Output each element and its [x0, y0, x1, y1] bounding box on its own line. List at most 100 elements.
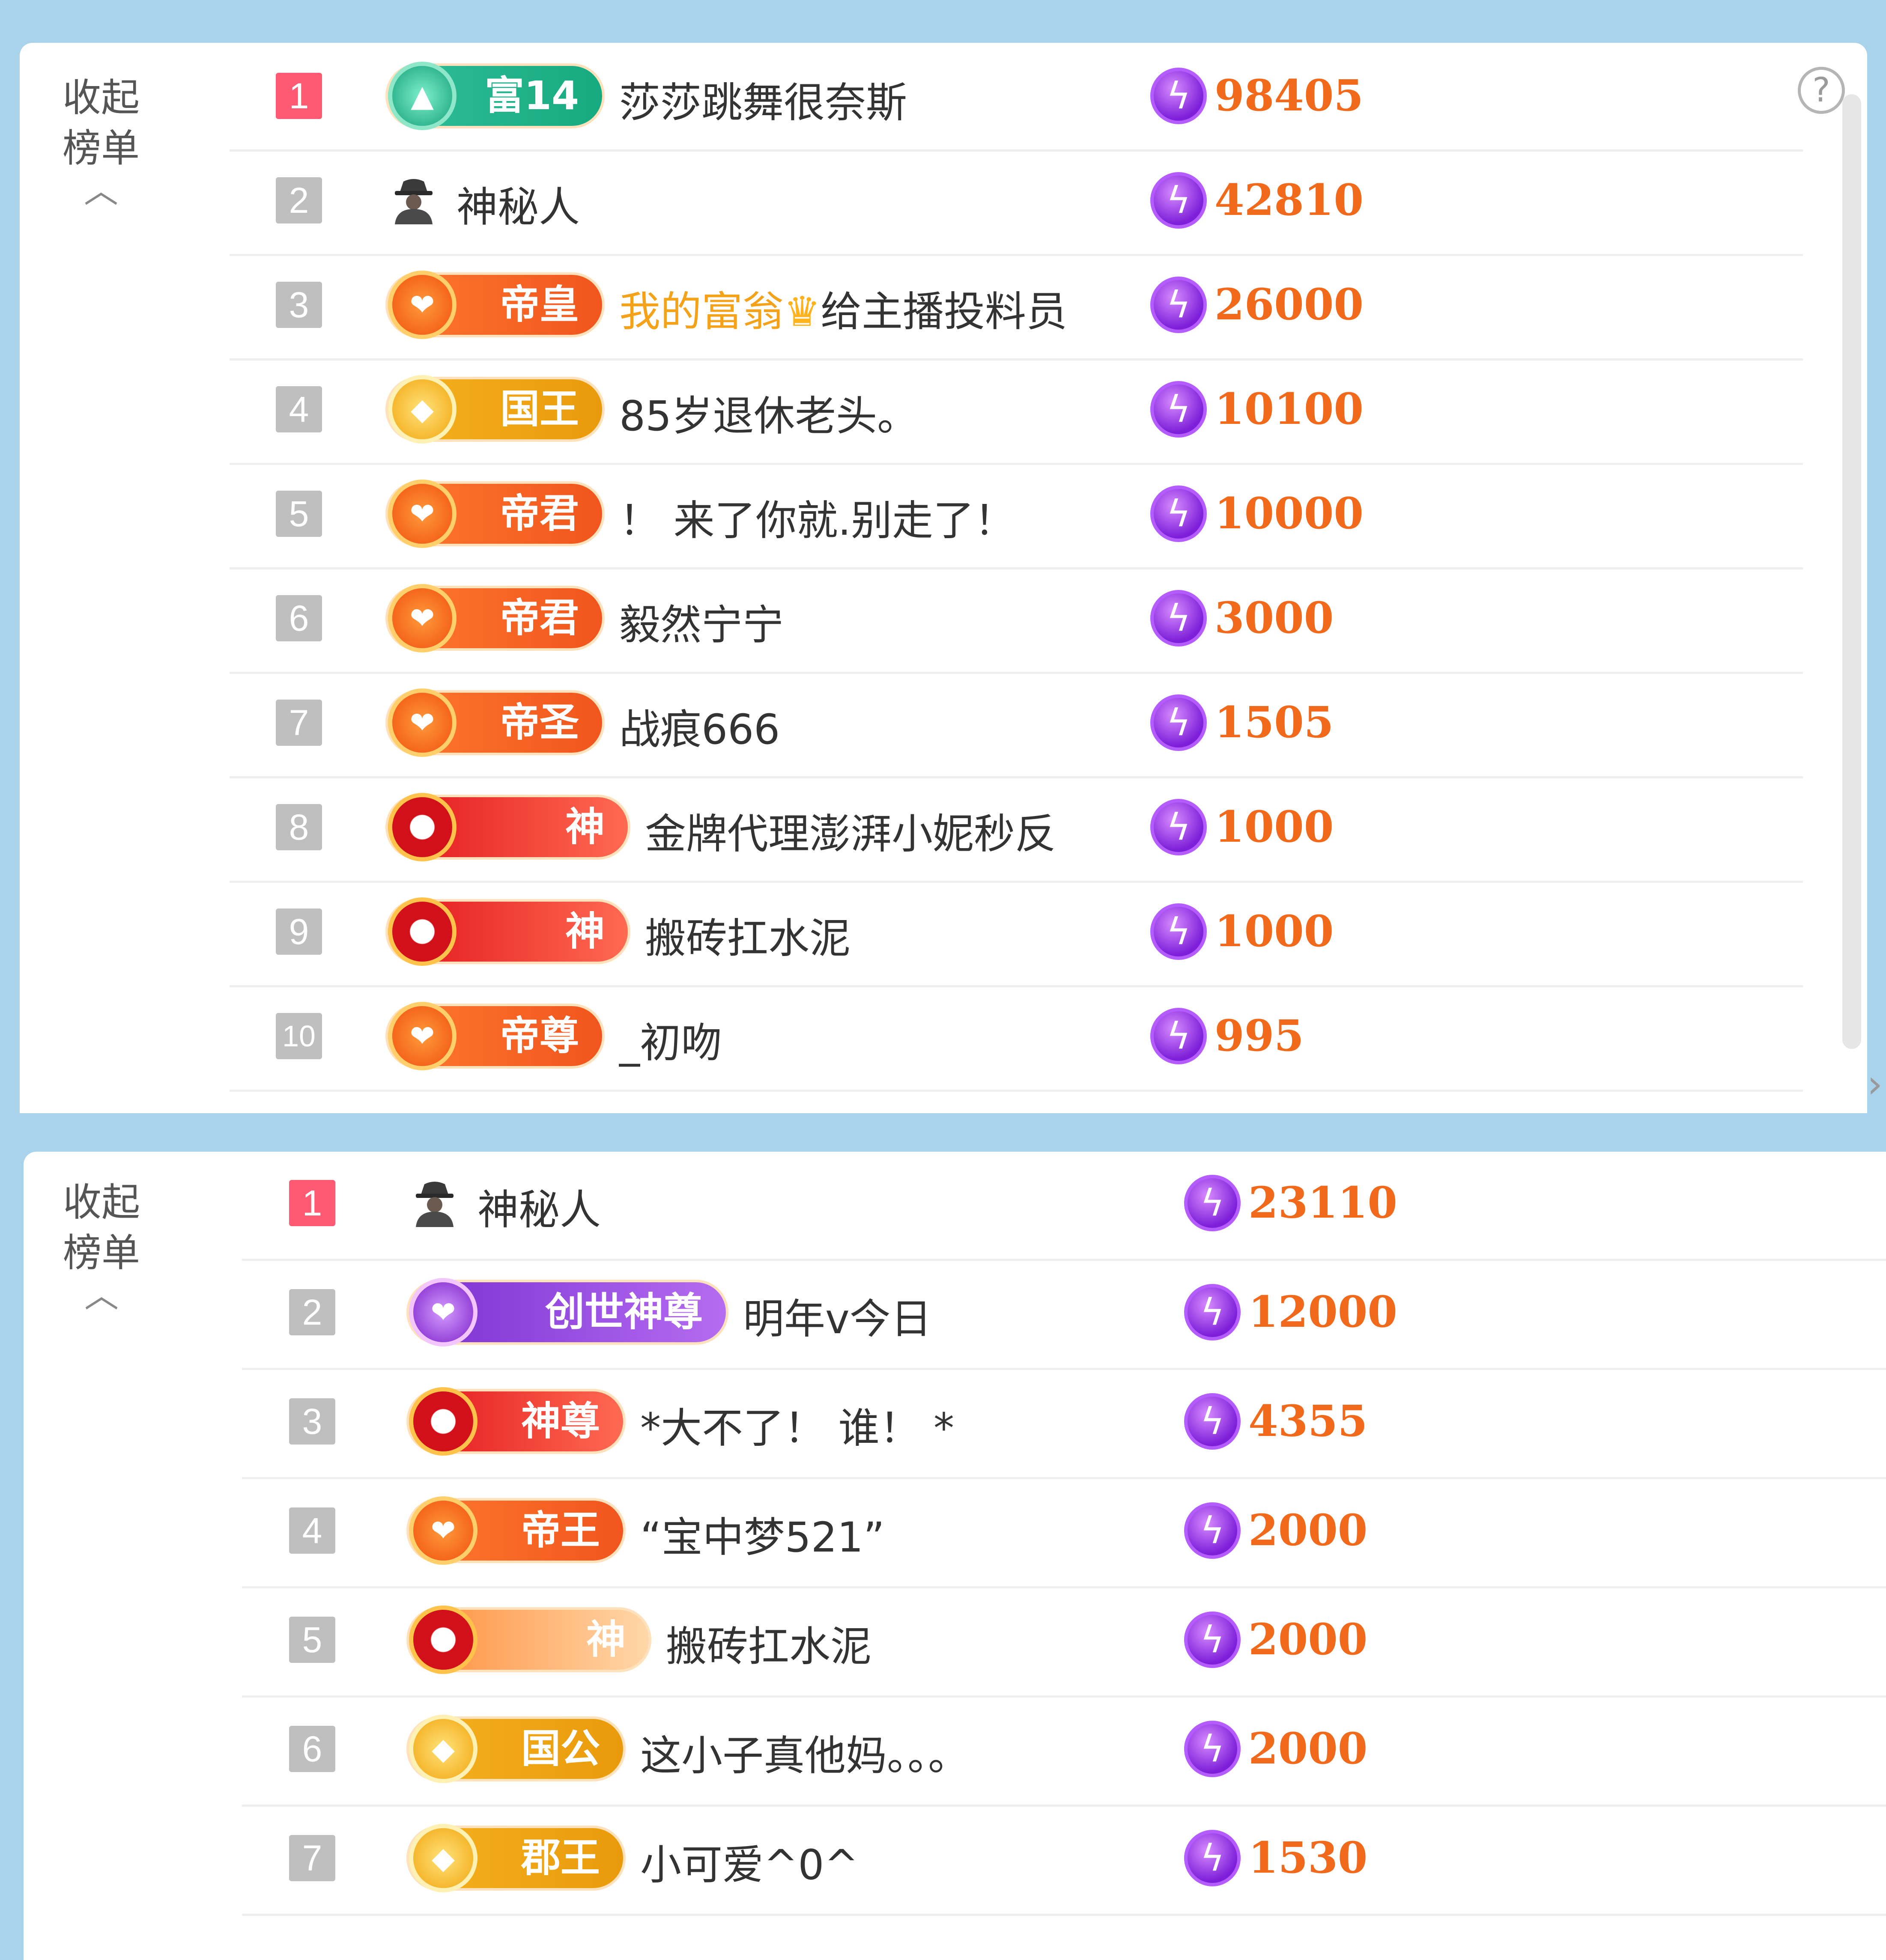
username[interactable]: 搬砖扛水泥: [645, 905, 850, 965]
badge-label: 帝圣: [500, 700, 579, 745]
level-badge: ❤ 神: [409, 1605, 649, 1674]
username-text: 莎莎跳舞很奈斯: [619, 79, 907, 127]
badge-medal-icon: ◆: [409, 1823, 477, 1892]
leaderboard-row[interactable]: 4 ❤ 帝王 “宝中梦521” ϟ 2000: [242, 1479, 1886, 1588]
username[interactable]: 我的富翁♛给主播投料员: [619, 278, 1067, 338]
contribution-amount: 1000: [1215, 801, 1334, 852]
rank-number: 8: [276, 804, 322, 850]
username-text: 毅然宁宁: [619, 601, 784, 649]
lightning-coin-icon: ϟ: [1184, 1284, 1241, 1340]
level-badge: ❤ 帝君: [388, 480, 602, 548]
username-text: _初吻: [619, 1019, 722, 1067]
badge-medal-icon: ❤: [388, 1002, 457, 1070]
leaderboard-row[interactable]: 5 ❤ 帝君 ！ 来了你就.别走了！ ϟ 10000: [230, 465, 1803, 569]
contribution-amount: 10000: [1215, 488, 1364, 539]
leaderboard-row[interactable]: 2 神秘人 ϟ 42810: [230, 152, 1803, 256]
leaderboard-row[interactable]: 7 ❤ 帝圣 战痕666 ϟ 1505: [230, 674, 1803, 778]
username[interactable]: _初吻: [619, 1010, 722, 1069]
badge-medal-icon: ❤: [388, 584, 457, 652]
leaderboard-row[interactable]: 9 ❤ 神搬砖扛水泥 ϟ 1000: [230, 883, 1803, 987]
username-text: 这小子真他妈。。。: [640, 1731, 969, 1780]
leaderboard-row[interactable]: 6 ❤ 帝君 毅然宁宁 ϟ 3000: [230, 569, 1803, 674]
collapse-leaderboard-button[interactable]: 收起 榜单 ︿: [50, 73, 152, 208]
lightning-coin-icon: ϟ: [1150, 381, 1207, 438]
lightning-coin-icon: ϟ: [1150, 68, 1207, 124]
contribution-amount: 995: [1215, 1010, 1304, 1061]
lightning-coin-icon: ϟ: [1150, 903, 1207, 960]
badge-medal-icon: ❤: [388, 897, 457, 966]
contribution-amount: 2000: [1248, 1723, 1368, 1774]
username-text: 神秘人: [477, 1186, 601, 1234]
username-text: 搬砖扛水泥: [666, 1622, 871, 1671]
leaderboard-row[interactable]: 1 ▲ 富14 莎莎跳舞很奈斯 ϟ 98405: [230, 47, 1803, 152]
row-divider: [230, 1090, 1803, 1092]
rank-number: 6: [276, 595, 322, 641]
leaderboard-row[interactable]: 7 ◆ 郡王 小可爱^0^ ϟ 1530: [242, 1807, 1886, 1916]
leaderboard-row[interactable]: 3 ❤ 神尊 *大不了！ 谁！ * ϟ 4355: [242, 1370, 1886, 1479]
username[interactable]: 这小子真他妈。。。: [640, 1722, 969, 1782]
username[interactable]: 明年v今日: [743, 1286, 932, 1345]
leaderboard-row[interactable]: 2 ❤ 创世神尊 明年v今日 ϟ 12000: [242, 1261, 1886, 1370]
username[interactable]: 神秘人: [457, 174, 580, 233]
lightning-coin-icon: ϟ: [1150, 799, 1207, 855]
username[interactable]: 战痕666: [619, 696, 780, 756]
lightning-coin-icon: ϟ: [1184, 1174, 1241, 1231]
leaderboard-panel-top: 收起 榜单 ︿ ? 1 ▲ 富14 莎莎跳舞很奈斯 ϟ 98405 2 神秘人 ϟ 42810 3 ❤…: [20, 43, 1867, 1113]
badge-label: 国王: [500, 386, 579, 432]
contribution-amount: 2000: [1248, 1614, 1368, 1665]
leaderboard-row[interactable]: 8 ❤ 神金牌代理澎湃小妮秒反 ϟ 1000: [230, 778, 1803, 883]
username[interactable]: 毅然宁宁: [619, 592, 784, 651]
lightning-coin-icon: ϟ: [1184, 1502, 1241, 1559]
leaderboard-row[interactable]: 6 ◆ 国公 这小子真他妈。。。 ϟ 2000: [242, 1698, 1886, 1807]
badge-label: 富14: [484, 73, 579, 119]
username-suffix: 给主播投料员: [821, 288, 1068, 336]
username-text: 85岁退休老头。: [619, 392, 919, 440]
username-text: 金牌代理澎湃小妮秒反: [645, 810, 1056, 858]
badge-label: 神: [565, 909, 605, 954]
username[interactable]: ！ 来了你就.别走了！: [619, 487, 1015, 547]
username[interactable]: 85岁退休老头。: [619, 383, 918, 442]
badge-medal-icon: ❤: [409, 1278, 477, 1346]
mystery-user-icon: [409, 1177, 460, 1229]
lightning-coin-icon: ϟ: [1184, 1720, 1241, 1777]
username[interactable]: 金牌代理澎湃小妮秒反: [645, 801, 1056, 860]
help-icon[interactable]: ?: [1798, 67, 1845, 114]
username[interactable]: 搬砖扛水泥: [666, 1613, 871, 1673]
level-badge: ❤ 帝皇: [388, 271, 602, 339]
scrollbar[interactable]: [1842, 94, 1861, 1049]
lightning-coin-icon: ϟ: [1184, 1611, 1241, 1668]
leaderboard-row[interactable]: 10 ❤ 帝尊 _初吻 ϟ 995: [230, 987, 1803, 1092]
leaderboard-row[interactable]: 3 ❤ 帝皇 我的富翁♛给主播投料员 ϟ 26000: [230, 256, 1803, 360]
chevron-right-icon[interactable]: ›: [1867, 1062, 1883, 1107]
badge-medal-icon: ❤: [388, 688, 457, 757]
badge-label: 帝尊: [500, 1013, 579, 1059]
contribution-amount: 26000: [1215, 279, 1364, 330]
badge-medal-icon: ❤: [388, 480, 457, 548]
leaderboard-row[interactable]: 1 神秘人 ϟ 23110: [242, 1152, 1886, 1261]
level-badge: ❤ 帝王: [409, 1496, 623, 1565]
rank-number: 1: [276, 73, 322, 119]
badge-medal-icon: ❤: [409, 1605, 477, 1674]
username-text: 我的富翁: [619, 288, 784, 336]
username-text: 神秘人: [457, 183, 580, 231]
badge-medal-icon: ❤: [409, 1387, 477, 1456]
level-badge: ❤ 帝尊: [388, 1002, 602, 1070]
contribution-amount: 2000: [1248, 1504, 1368, 1555]
badge-label: 帝皇: [500, 282, 579, 328]
leaderboard-row[interactable]: 4 ◆ 国王 85岁退休老头。 ϟ 10100: [230, 360, 1803, 465]
username[interactable]: 莎莎跳舞很奈斯: [619, 69, 907, 129]
leaderboard-row[interactable]: 5 ❤ 神搬砖扛水泥 ϟ 2000: [242, 1588, 1886, 1698]
badge-label: 神: [586, 1616, 626, 1662]
username[interactable]: 神秘人: [477, 1177, 601, 1236]
username[interactable]: “宝中梦521”: [640, 1504, 885, 1564]
rank-number: 4: [276, 386, 322, 432]
mystery-user-icon: [388, 175, 439, 226]
chevron-up-icon: ︿: [84, 171, 118, 211]
collapse-leaderboard-button[interactable]: 收起 榜单 ︿: [50, 1177, 153, 1313]
username[interactable]: *大不了！ 谁！ *: [640, 1395, 954, 1454]
crown-icon: ♛: [784, 288, 821, 336]
rank-number: 2: [289, 1289, 335, 1335]
rank-number: 7: [276, 700, 322, 746]
username[interactable]: 小可爱^0^: [640, 1832, 859, 1891]
level-badge: ❤ 神尊: [409, 1387, 623, 1456]
